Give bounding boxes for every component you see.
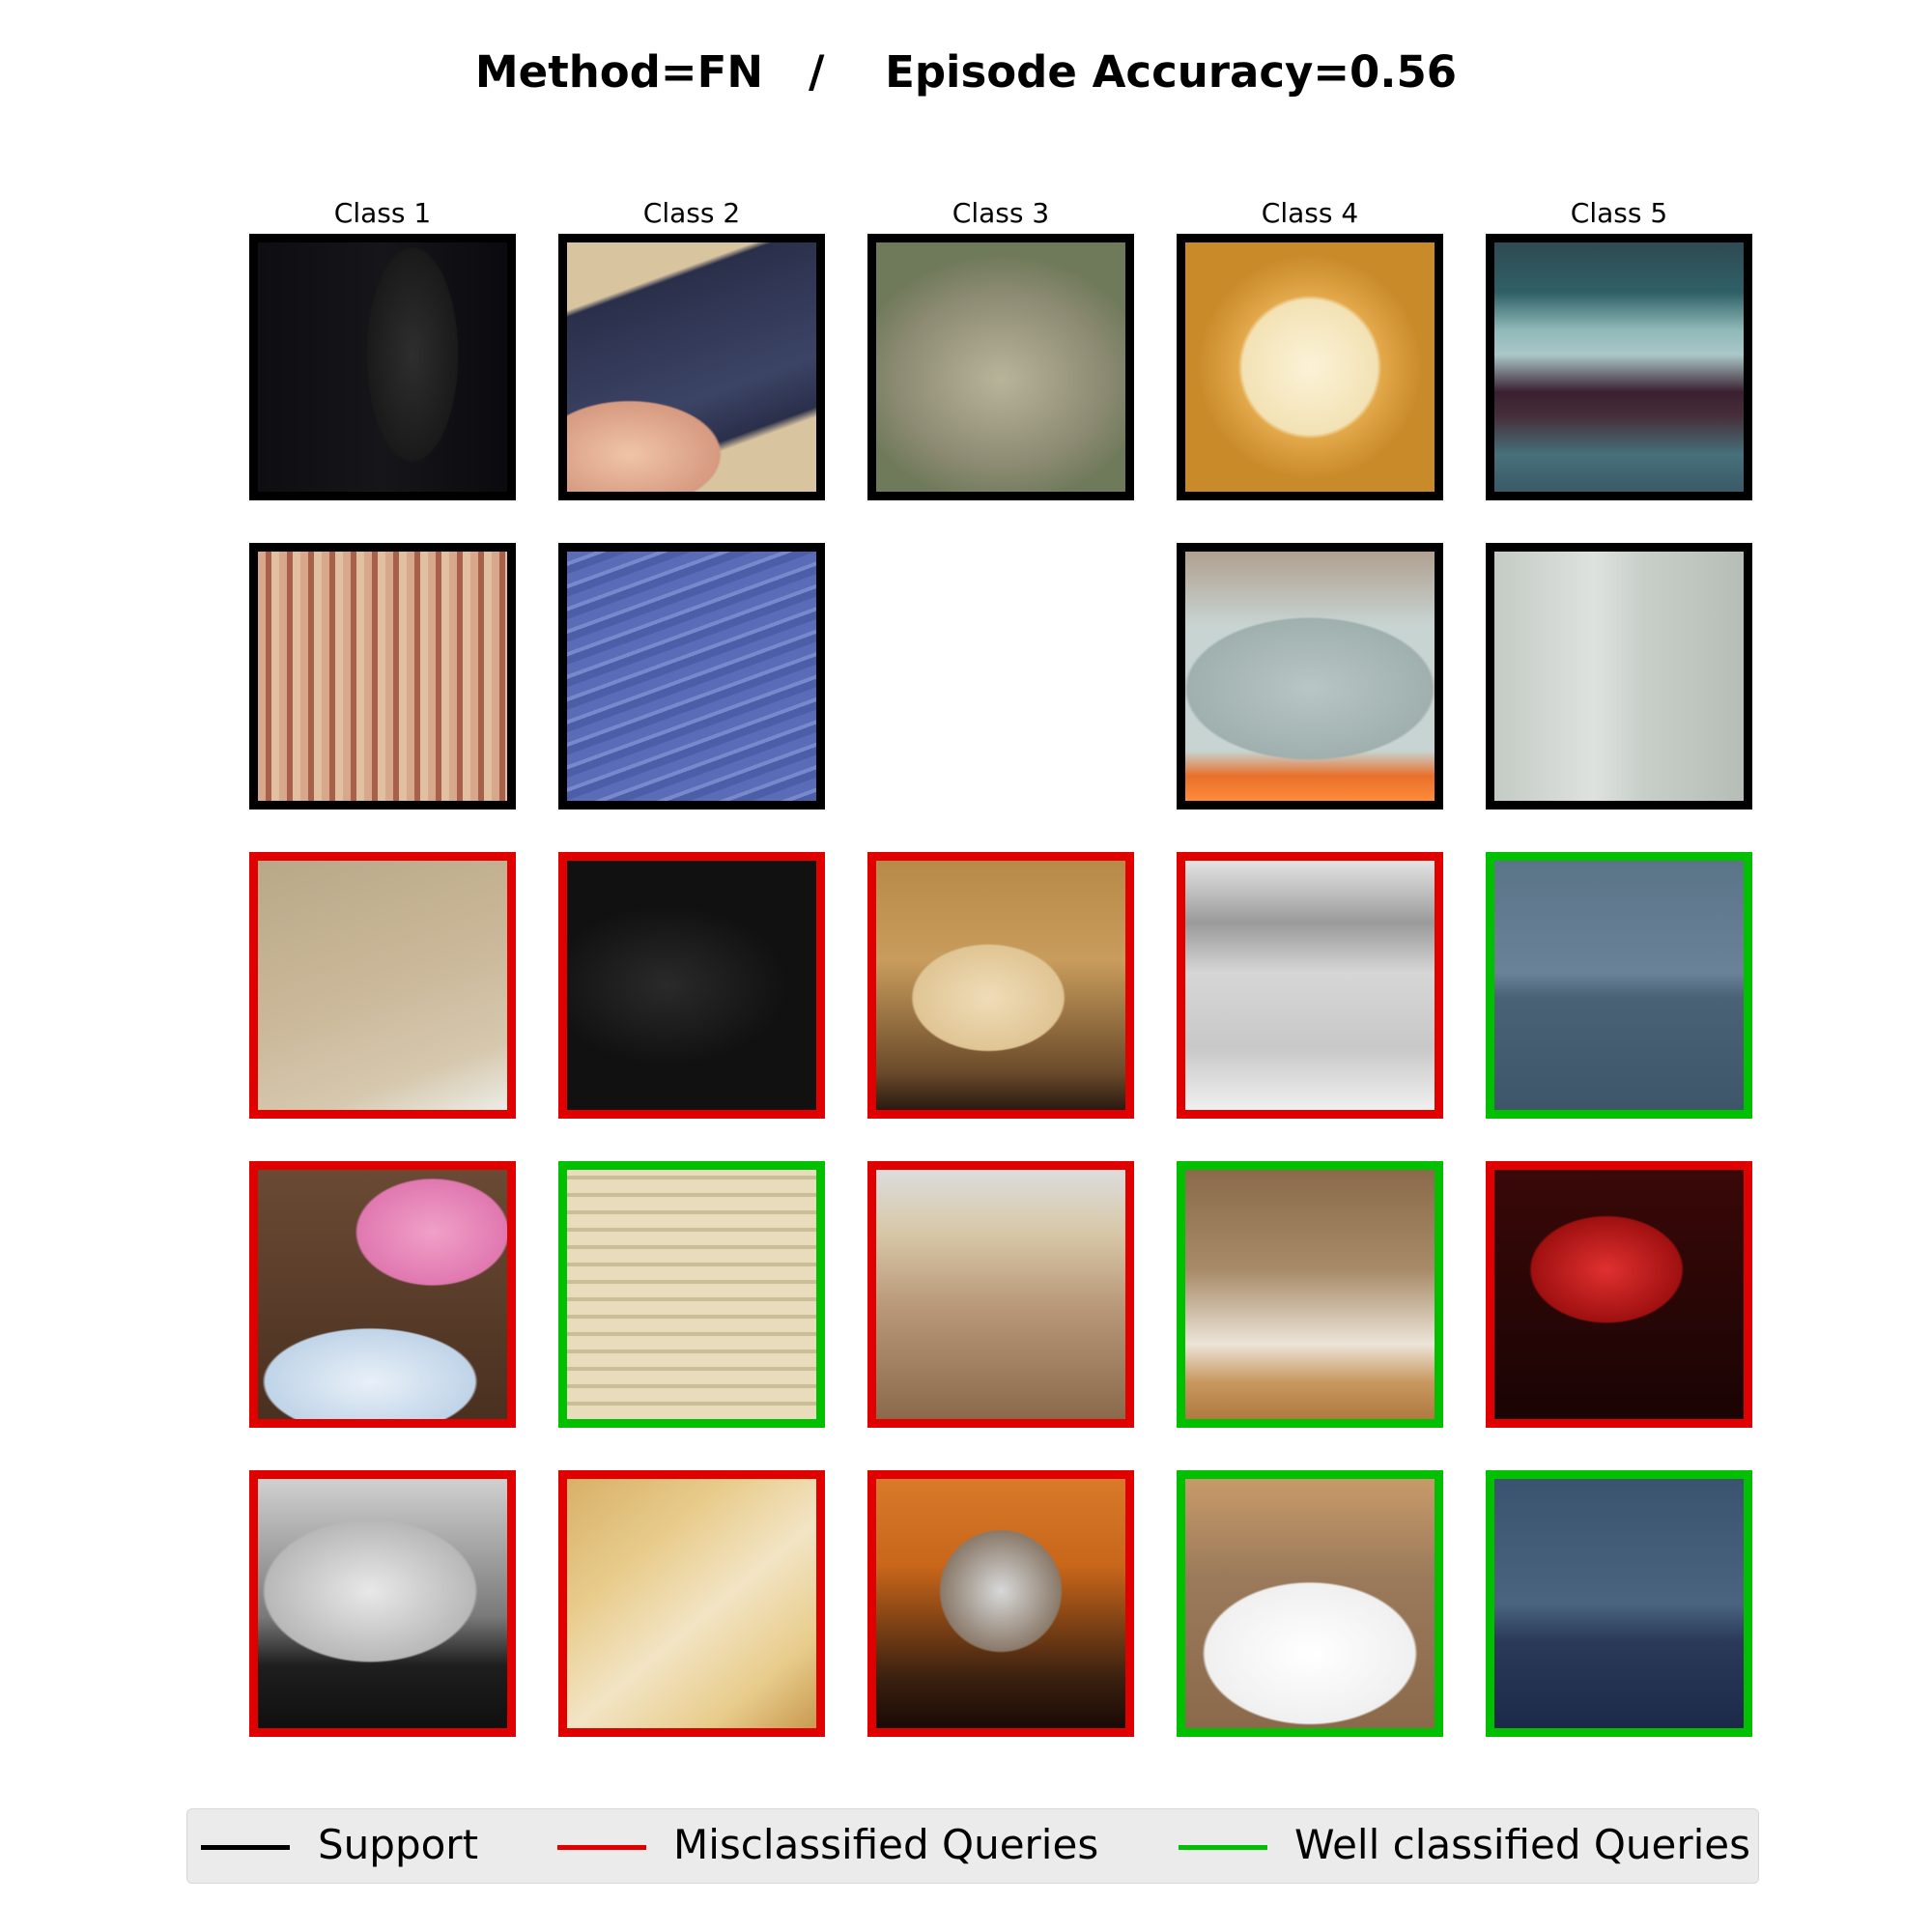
misclassified-query-cell [558,852,825,1119]
legend-well-line [1179,1845,1267,1850]
chart-title: Method=FN / Episode Accuracy=0.56 [474,46,1458,98]
misclassified-query-cell [1486,1161,1752,1428]
legend: Support Misclassified Queries Well class… [186,1808,1759,1884]
support-image-cell [558,543,825,810]
misclassified-query-cell [867,1161,1134,1428]
thumbnail-image [567,1170,816,1419]
misclassified-query-cell [249,1161,516,1428]
misclassified-query-cell [558,1470,825,1737]
thumbnail-image [1185,552,1435,801]
thumbnail-image [258,1479,507,1728]
thumbnail-image [567,861,816,1110]
legend-support-line [201,1845,290,1850]
thumbnail-image [258,861,507,1110]
thumbnail-image [876,1479,1125,1728]
thumbnail-image [876,242,1125,492]
thumbnail-image [876,861,1125,1110]
well-classified-query-cell [558,1161,825,1428]
support-image-cell [558,234,825,500]
thumbnail-image [567,1479,816,1728]
thumbnail-image [258,1170,507,1419]
support-image-cell [249,234,516,500]
thumbnail-image [567,552,816,801]
legend-support-label: Support [318,1821,479,1868]
support-image-cell [249,543,516,810]
support-image-cell [867,234,1134,500]
legend-misclassified-label: Misclassified Queries [673,1821,1099,1868]
thumbnail-image [258,242,507,492]
well-classified-query-cell [1177,1161,1443,1428]
thumbnail-image [1185,1170,1435,1419]
well-classified-query-cell [1486,852,1752,1119]
misclassified-query-cell [867,1470,1134,1737]
legend-misclassified-line [557,1845,646,1850]
thumbnail-image [567,242,816,492]
thumbnail-image [1494,1170,1744,1419]
thumbnail-image [1185,1479,1435,1728]
misclassified-query-cell [249,1470,516,1737]
well-classified-query-cell [1486,1470,1752,1737]
thumbnail-image [1185,861,1435,1110]
support-image-cell [1486,543,1752,810]
column-header-class-4: Class 4 [1261,197,1359,229]
column-header-class-2: Class 2 [642,197,741,229]
misclassified-query-cell [249,852,516,1119]
thumbnail-image [876,1170,1125,1419]
column-header-class-5: Class 5 [1570,197,1668,229]
thumbnail-image [1494,861,1744,1110]
thumbnail-image [258,552,507,801]
thumbnail-image [1494,552,1744,801]
well-classified-query-cell [1177,1470,1443,1737]
misclassified-query-cell [867,852,1134,1119]
thumbnail-image [1185,242,1435,492]
support-image-cell [1177,543,1443,810]
thumbnail-image [1494,242,1744,492]
column-header-class-3: Class 3 [952,197,1050,229]
legend-well-label: Well classified Queries [1294,1821,1751,1868]
column-header-class-1: Class 1 [333,197,432,229]
misclassified-query-cell [1177,852,1443,1119]
support-image-cell [1486,234,1752,500]
support-image-cell [1177,234,1443,500]
thumbnail-image [1494,1479,1744,1728]
